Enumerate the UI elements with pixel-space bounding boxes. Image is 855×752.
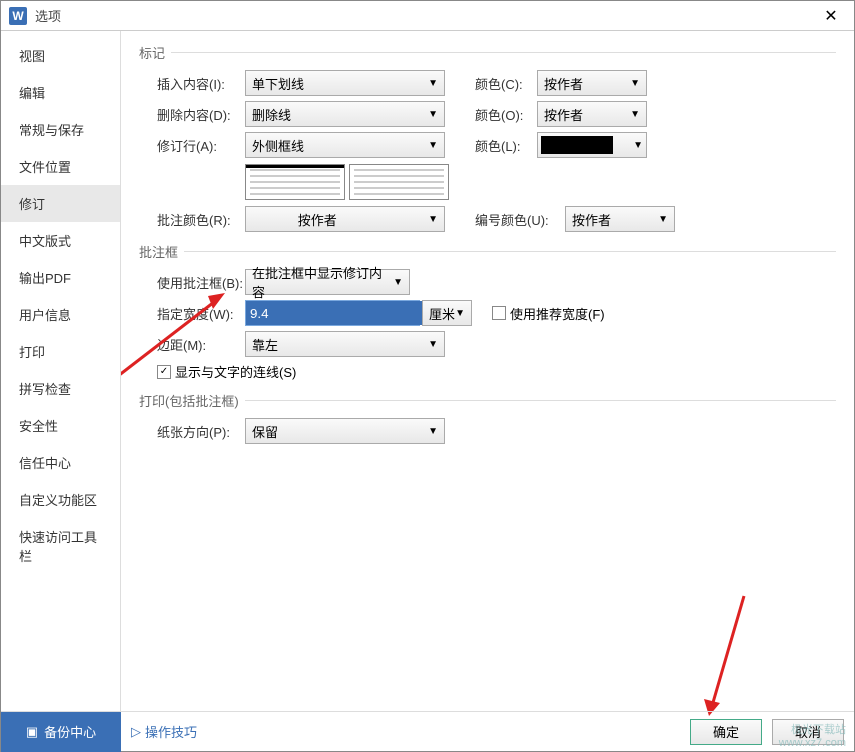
options-window: W 选项 ✕ 视图 编辑 常规与保存 文件位置 修订 中文版式 输出PDF 用户… <box>0 0 855 752</box>
delete-label: 删除内容(D): <box>157 105 245 124</box>
titlebar: W 选项 ✕ <box>1 1 854 31</box>
preview-box-2 <box>349 164 449 200</box>
play-icon: ▷ <box>131 724 141 740</box>
num-color-value: 按作者 <box>572 210 611 229</box>
margin-value: 靠左 <box>252 335 278 354</box>
sidebar-item-chinese-layout[interactable]: 中文版式 <box>1 222 120 259</box>
ok-button[interactable]: 确定 <box>690 719 762 745</box>
chevron-down-icon: ▼ <box>633 140 643 151</box>
sidebar-item-customize-ribbon[interactable]: 自定义功能区 <box>1 481 120 518</box>
paper-combo[interactable]: 保留 ▼ <box>245 418 445 444</box>
black-swatch <box>541 136 613 154</box>
checkbox-icon <box>492 306 506 320</box>
preview-box-1 <box>245 164 345 200</box>
section-mark-label: 标记 <box>139 43 165 62</box>
show-line-label: 显示与文字的连线(S) <box>175 362 296 381</box>
chevron-down-icon: ▼ <box>428 426 438 437</box>
insert-label: 插入内容(I): <box>157 74 245 93</box>
chevron-down-icon: ▼ <box>428 78 438 89</box>
use-balloon-combo[interactable]: 在批注框中显示修订内容▼ <box>245 269 410 295</box>
revised-combo[interactable]: 外侧框线 ▼ <box>245 132 445 158</box>
chevron-down-icon: ▼ <box>455 308 465 319</box>
width-value-input[interactable] <box>246 301 431 325</box>
show-line-checkbox[interactable]: 显示与文字的连线(S) <box>157 362 296 381</box>
section-mark: 标记 <box>139 43 836 62</box>
chevron-down-icon: ▼ <box>428 140 438 151</box>
chevron-down-icon: ▼ <box>393 277 403 288</box>
num-color-label: 编号颜色(U): <box>475 210 565 229</box>
main-panel: 标记 插入内容(I): 单下划线 ▼ 颜色(C): 按作者 ▼ 删除内容(D): 删… <box>121 31 854 711</box>
sidebar-item-revision[interactable]: 修订 <box>1 185 120 222</box>
delete-combo-value: 删除线 <box>252 105 291 124</box>
sidebar-item-spell-check[interactable]: 拼写检查 <box>1 370 120 407</box>
tips-link[interactable]: ▷ 操作技巧 <box>131 722 197 741</box>
sidebar-item-user-info[interactable]: 用户信息 <box>1 296 120 333</box>
app-icon: W <box>9 7 27 25</box>
margin-label: 边距(M): <box>157 335 245 354</box>
comment-color-value: 按作者 <box>298 210 337 229</box>
unit-value: 厘米 <box>429 304 455 323</box>
footer: ▣ 备份中心 ▷ 操作技巧 确定 取消 <box>1 711 854 751</box>
sidebar-item-trust-center[interactable]: 信任中心 <box>1 444 120 481</box>
sidebar-item-edit[interactable]: 编辑 <box>1 74 120 111</box>
width-input[interactable]: ▲▼ <box>245 300 420 326</box>
insert-combo[interactable]: 单下划线 ▼ <box>245 70 445 96</box>
unit-combo[interactable]: 厘米▼ <box>422 300 472 326</box>
width-label: 指定宽度(W): <box>157 304 245 323</box>
color-c-value: 按作者 <box>544 74 583 93</box>
section-print-label: 打印(包括批注框) <box>139 391 239 410</box>
insert-combo-value: 单下划线 <box>252 74 304 93</box>
chevron-down-icon: ▼ <box>630 109 640 120</box>
watermark: 极光下载站 www.xz7.com <box>779 721 846 749</box>
backup-icon: ▣ <box>26 724 38 740</box>
sidebar-item-output-pdf[interactable]: 输出PDF <box>1 259 120 296</box>
chevron-down-icon: ▼ <box>428 339 438 350</box>
color-c-label: 颜色(C): <box>475 74 537 93</box>
checkbox-checked-icon <box>157 365 171 379</box>
chevron-down-icon: ▼ <box>428 214 438 225</box>
paper-label: 纸张方向(P): <box>157 422 245 441</box>
comment-color-combo[interactable]: 按作者 ▼ <box>245 206 445 232</box>
section-print: 打印(包括批注框) <box>139 391 836 410</box>
watermark-line1: 极光下载站 <box>779 721 846 737</box>
window-title: 选项 <box>35 6 816 25</box>
tips-label: 操作技巧 <box>145 722 197 741</box>
sidebar-item-file-location[interactable]: 文件位置 <box>1 148 120 185</box>
sidebar-item-security[interactable]: 安全性 <box>1 407 120 444</box>
use-balloon-label: 使用批注框(B): <box>157 273 245 292</box>
section-balloon-label: 批注框 <box>139 242 178 261</box>
sidebar-item-view[interactable]: 视图 <box>1 37 120 74</box>
revised-label: 修订行(A): <box>157 136 245 155</box>
margin-combo[interactable]: 靠左 ▼ <box>245 331 445 357</box>
sidebar-item-print[interactable]: 打印 <box>1 333 120 370</box>
color-c-combo[interactable]: 按作者 ▼ <box>537 70 647 96</box>
sidebar: 视图 编辑 常规与保存 文件位置 修订 中文版式 输出PDF 用户信息 打印 拼… <box>1 31 121 711</box>
use-rec-width-label: 使用推荐宽度(F) <box>510 304 605 323</box>
color-o-label: 颜色(O): <box>475 105 537 124</box>
color-l-combo[interactable]: ▼ <box>537 132 647 158</box>
chevron-down-icon: ▼ <box>658 214 668 225</box>
sidebar-item-quick-access[interactable]: 快速访问工具栏 <box>1 518 120 574</box>
chevron-down-icon: ▼ <box>428 109 438 120</box>
sidebar-item-general-save[interactable]: 常规与保存 <box>1 111 120 148</box>
close-icon[interactable]: ✕ <box>816 6 846 26</box>
backup-label: 备份中心 <box>44 722 96 741</box>
color-o-combo[interactable]: 按作者 ▼ <box>537 101 647 127</box>
color-l-label: 颜色(L): <box>475 136 537 155</box>
use-balloon-value: 在批注框中显示修订内容 <box>252 263 393 301</box>
backup-center-button[interactable]: ▣ 备份中心 <box>1 712 121 752</box>
paper-value: 保留 <box>252 422 278 441</box>
num-color-combo[interactable]: 按作者 ▼ <box>565 206 675 232</box>
watermark-line2: www.xz7.com <box>779 737 846 749</box>
delete-combo[interactable]: 删除线 ▼ <box>245 101 445 127</box>
section-balloon: 批注框 <box>139 242 836 261</box>
comment-color-label: 批注颜色(R): <box>157 210 245 229</box>
chevron-down-icon: ▼ <box>630 78 640 89</box>
use-rec-width-checkbox[interactable]: 使用推荐宽度(F) <box>492 304 605 323</box>
color-o-value: 按作者 <box>544 105 583 124</box>
revised-combo-value: 外侧框线 <box>252 136 304 155</box>
